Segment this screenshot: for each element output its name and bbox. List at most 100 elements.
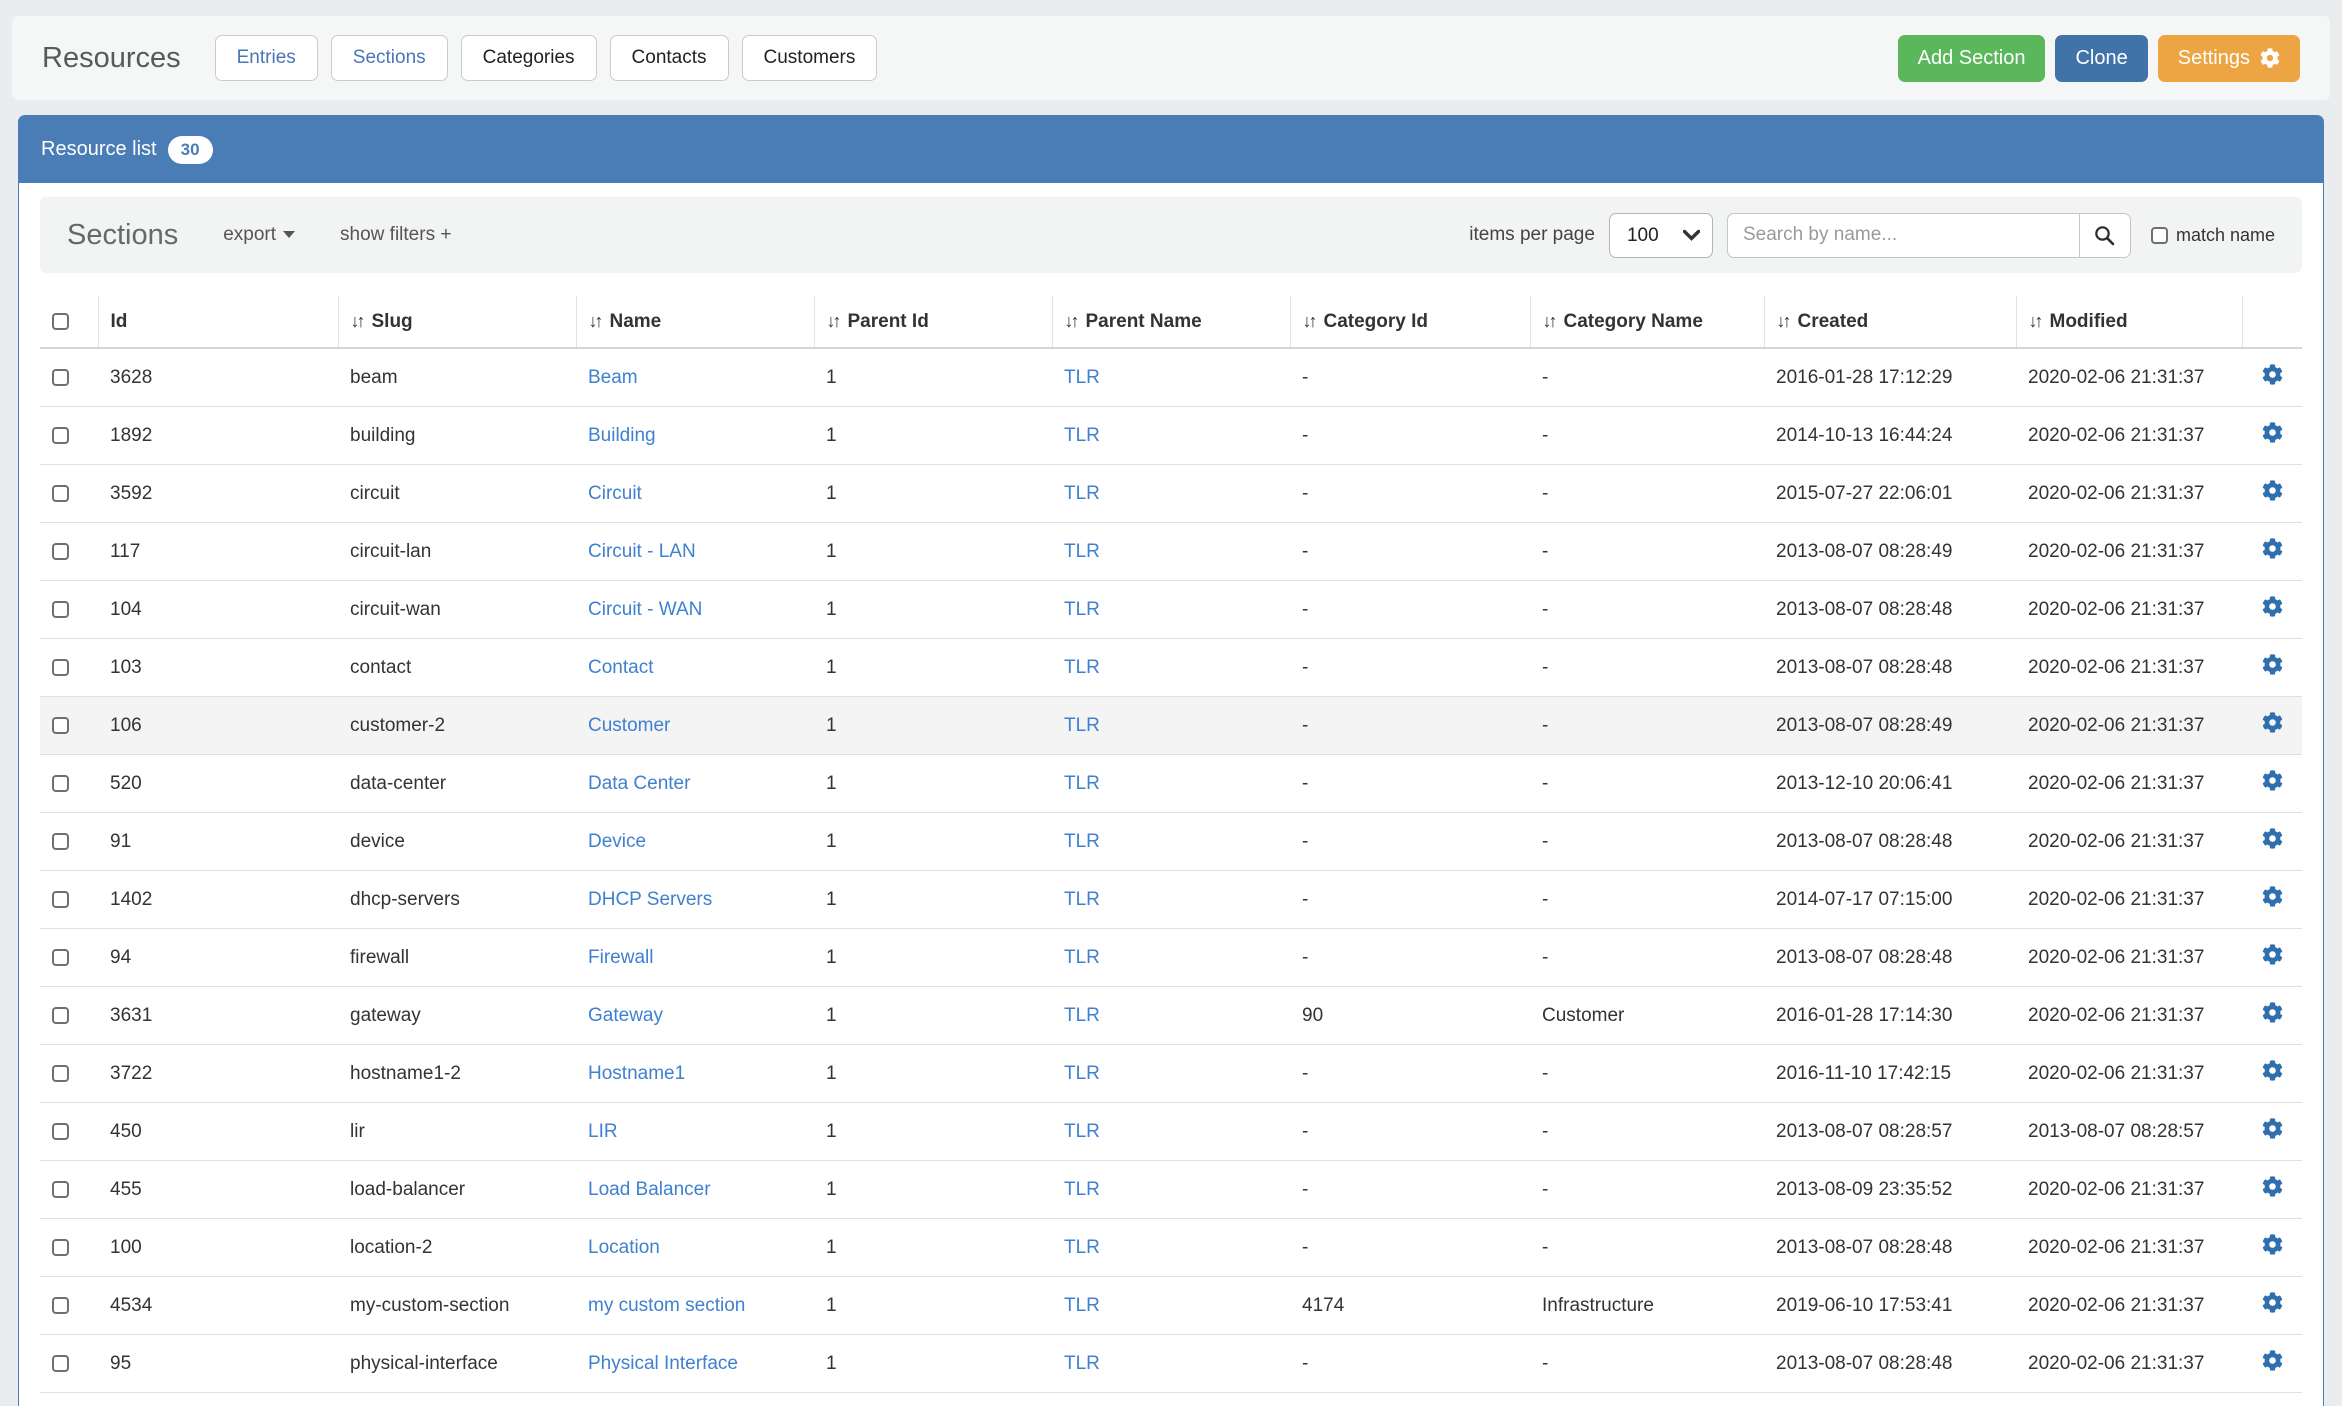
tab-entries[interactable]: Entries [215, 35, 318, 81]
name-link[interactable]: Gateway [588, 1005, 663, 1026]
name-link[interactable]: LIR [588, 1121, 618, 1142]
row-checkbox[interactable] [52, 601, 69, 618]
column-header-modified[interactable]: ↓↑Modified [2016, 296, 2242, 348]
row-settings-button[interactable] [2262, 944, 2283, 965]
name-link[interactable]: Circuit [588, 483, 642, 504]
name-link[interactable]: Physical Interface [588, 1353, 738, 1374]
name-link[interactable]: Load Balancer [588, 1179, 711, 1200]
name-link[interactable]: Circuit - WAN [588, 599, 702, 620]
name-link[interactable]: DHCP Servers [588, 889, 712, 910]
row-checkbox[interactable] [52, 369, 69, 386]
row-checkbox[interactable] [52, 427, 69, 444]
row-checkbox[interactable] [52, 659, 69, 676]
row-settings-button[interactable] [2262, 886, 2283, 907]
parent-name-link[interactable]: TLR [1064, 831, 1100, 852]
row-checkbox[interactable] [52, 1355, 69, 1372]
tab-customers[interactable]: Customers [742, 35, 878, 81]
name-link[interactable]: Beam [588, 367, 638, 388]
row-checkbox[interactable] [52, 1065, 69, 1082]
table-header-row: Id↓↑Slug↓↑Name↓↑Parent Id↓↑Parent Name↓↑… [40, 296, 2302, 348]
row-settings-button[interactable] [2262, 1060, 2283, 1081]
row-checkbox[interactable] [52, 1007, 69, 1024]
row-checkbox[interactable] [52, 1181, 69, 1198]
parent-name-link[interactable]: TLR [1064, 1121, 1100, 1142]
row-checkbox[interactable] [52, 891, 69, 908]
row-settings-button[interactable] [2262, 1118, 2283, 1139]
parent-name-link[interactable]: TLR [1064, 483, 1100, 504]
parent-name-link[interactable]: TLR [1064, 773, 1100, 794]
add-section-button[interactable]: Add Section [1898, 35, 2046, 82]
parent-name-link[interactable]: TLR [1064, 715, 1100, 736]
name-link[interactable]: Hostname1 [588, 1063, 685, 1084]
cell-category-name: Customer [1530, 987, 1764, 1045]
row-settings-button[interactable] [2262, 538, 2283, 559]
parent-name-link[interactable]: TLR [1064, 889, 1100, 910]
row-settings-button[interactable] [2262, 596, 2283, 617]
show-filters-toggle[interactable]: show filters + [340, 224, 451, 246]
row-checkbox[interactable] [52, 1123, 69, 1140]
parent-name-link[interactable]: TLR [1064, 947, 1100, 968]
row-checkbox[interactable] [52, 543, 69, 560]
column-header-category-id[interactable]: ↓↑Category Id [1290, 296, 1530, 348]
parent-name-link[interactable]: TLR [1064, 367, 1100, 388]
name-link[interactable]: Contact [588, 657, 653, 678]
column-header-created[interactable]: ↓↑Created [1764, 296, 2016, 348]
name-link[interactable]: Circuit - LAN [588, 541, 696, 562]
parent-name-link[interactable]: TLR [1064, 1005, 1100, 1026]
tab-sections[interactable]: Sections [331, 35, 448, 81]
row-settings-button[interactable] [2262, 480, 2283, 501]
column-header-parent-name[interactable]: ↓↑Parent Name [1052, 296, 1290, 348]
name-link[interactable]: Building [588, 425, 656, 446]
cell-category-id: - [1290, 523, 1530, 581]
column-header-name[interactable]: ↓↑Name [576, 296, 814, 348]
parent-name-link[interactable]: TLR [1064, 657, 1100, 678]
row-checkbox[interactable] [52, 717, 69, 734]
parent-name-link[interactable]: TLR [1064, 1295, 1100, 1316]
row-settings-button[interactable] [2262, 1176, 2283, 1197]
name-link[interactable]: Firewall [588, 947, 653, 968]
row-settings-button[interactable] [2262, 1002, 2283, 1023]
settings-button[interactable]: Settings [2158, 35, 2300, 82]
row-settings-button[interactable] [2262, 712, 2283, 733]
search-input[interactable] [1727, 213, 2079, 258]
row-settings-button[interactable] [2262, 1292, 2283, 1313]
parent-name-link[interactable]: TLR [1064, 1237, 1100, 1258]
row-settings-button[interactable] [2262, 654, 2283, 675]
tab-contacts[interactable]: Contacts [610, 35, 729, 81]
tab-categories[interactable]: Categories [461, 35, 597, 81]
row-checkbox[interactable] [52, 833, 69, 850]
match-name-checkbox[interactable] [2151, 227, 2168, 244]
parent-name-link[interactable]: TLR [1064, 425, 1100, 446]
row-settings-button[interactable] [2262, 364, 2283, 385]
name-link[interactable]: Location [588, 1237, 660, 1258]
row-settings-button[interactable] [2262, 1234, 2283, 1255]
column-header-parent-id[interactable]: ↓↑Parent Id [814, 296, 1052, 348]
parent-name-link[interactable]: TLR [1064, 599, 1100, 620]
row-checkbox[interactable] [52, 485, 69, 502]
search-button[interactable] [2079, 213, 2131, 258]
column-header-category-name[interactable]: ↓↑Category Name [1530, 296, 1764, 348]
parent-name-link[interactable]: TLR [1064, 1353, 1100, 1374]
page-header: Resources EntriesSectionsCategoriesConta… [12, 16, 2330, 100]
row-settings-button[interactable] [2262, 770, 2283, 791]
clone-button[interactable]: Clone [2055, 35, 2147, 82]
export-dropdown[interactable]: export [223, 224, 295, 246]
row-checkbox[interactable] [52, 949, 69, 966]
items-per-page-select[interactable]: 100 [1609, 213, 1713, 258]
select-all-checkbox[interactable] [52, 313, 69, 330]
name-link[interactable]: Data Center [588, 773, 690, 794]
row-settings-button[interactable] [2262, 1350, 2283, 1371]
parent-name-link[interactable]: TLR [1064, 541, 1100, 562]
parent-name-link[interactable]: TLR [1064, 1063, 1100, 1084]
row-checkbox[interactable] [52, 1297, 69, 1314]
row-settings-button[interactable] [2262, 828, 2283, 849]
cell-category-id: 4174 [1290, 1277, 1530, 1335]
column-header-slug[interactable]: ↓↑Slug [338, 296, 576, 348]
name-link[interactable]: Customer [588, 715, 670, 736]
name-link[interactable]: my custom section [588, 1295, 745, 1316]
name-link[interactable]: Device [588, 831, 646, 852]
row-checkbox[interactable] [52, 1239, 69, 1256]
row-settings-button[interactable] [2262, 422, 2283, 443]
row-checkbox[interactable] [52, 775, 69, 792]
parent-name-link[interactable]: TLR [1064, 1179, 1100, 1200]
